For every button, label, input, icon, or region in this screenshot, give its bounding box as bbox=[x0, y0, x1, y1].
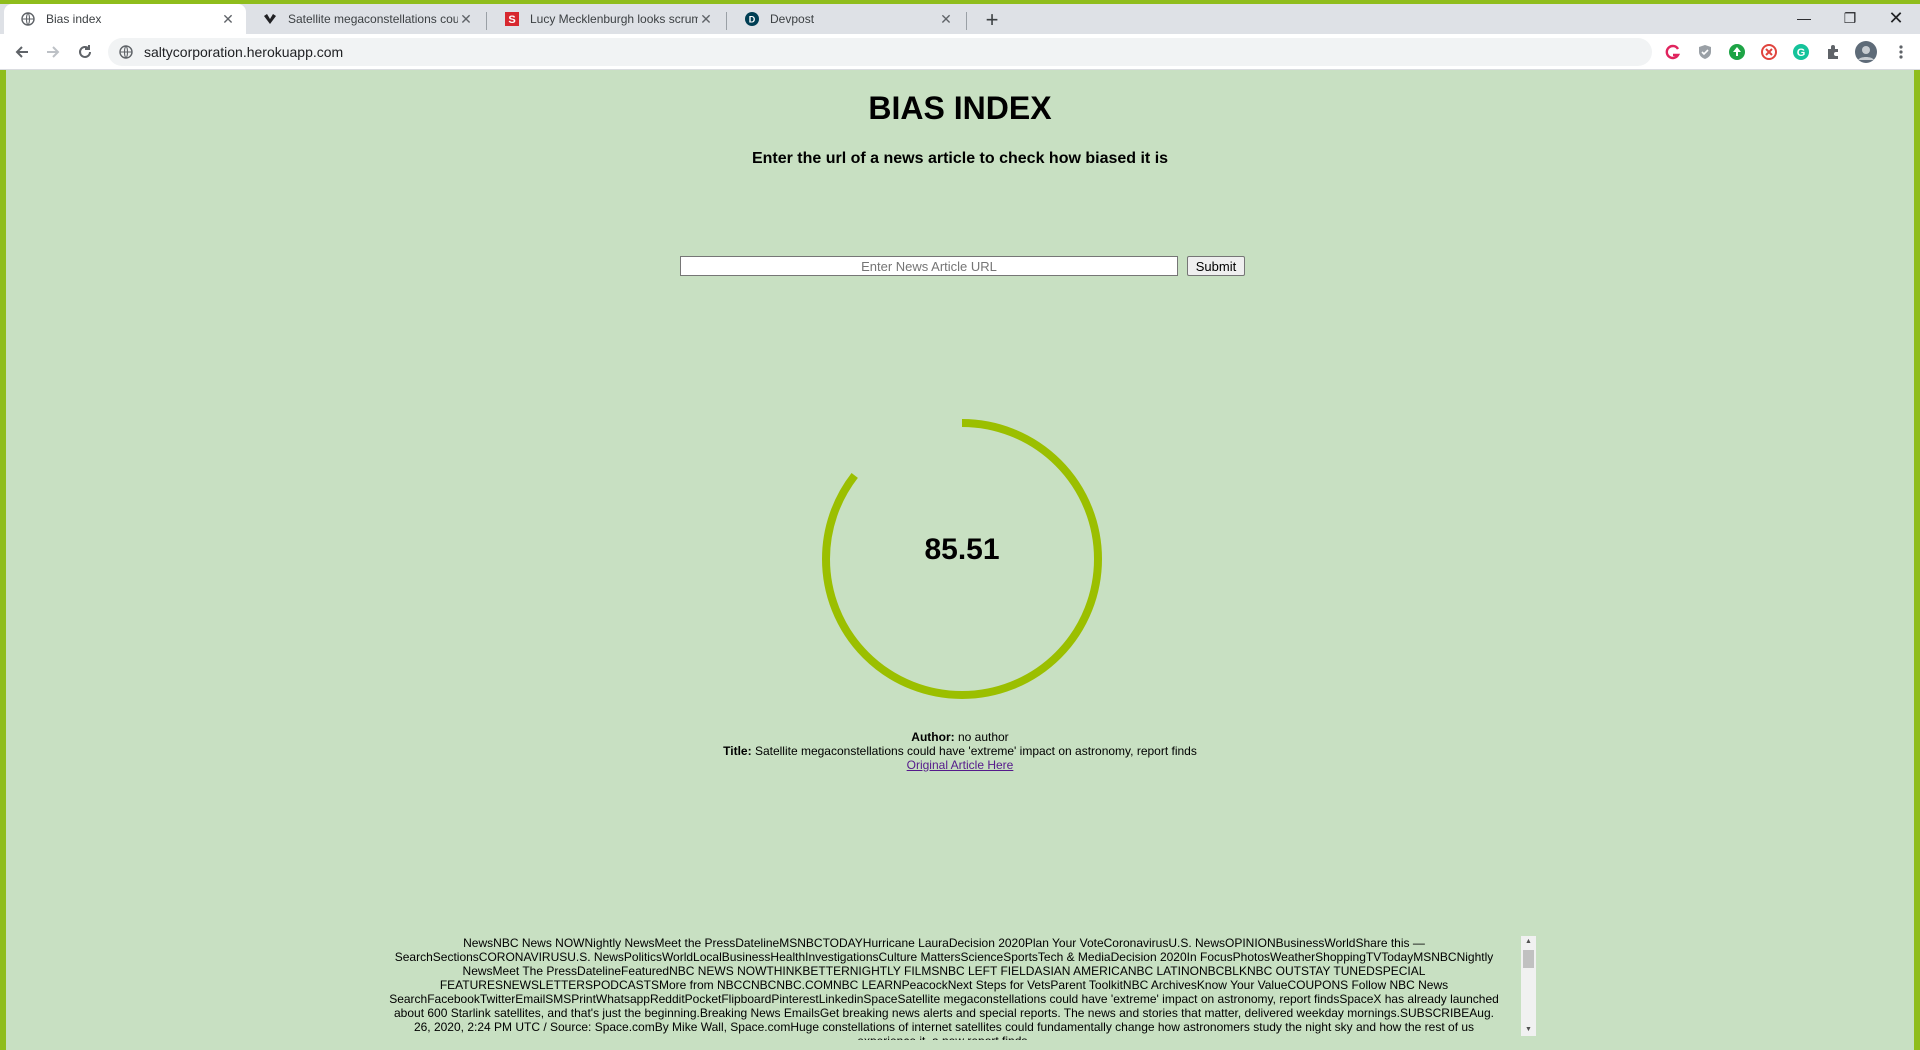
url-text: saltycorporation.herokuapp.com bbox=[144, 44, 344, 60]
close-tab-icon[interactable]: ✕ bbox=[938, 11, 954, 28]
article-title: Title: Satellite megaconstellations coul… bbox=[6, 744, 1914, 758]
page-subtitle: Enter the url of a news article to check… bbox=[751, 150, 1169, 167]
tab-bias-index[interactable]: Bias index ✕ bbox=[4, 4, 246, 34]
tab-lucy-article[interactable]: S Lucy Mecklenburgh looks scrump ✕ bbox=[488, 4, 724, 34]
blocker-extension-icon[interactable] bbox=[1760, 43, 1778, 61]
forward-button[interactable] bbox=[41, 40, 65, 64]
page-title: BIAS INDEX bbox=[868, 90, 1052, 126]
tab-satellite-article[interactable]: Satellite megaconstellations coul ✕ bbox=[246, 4, 484, 34]
back-button[interactable] bbox=[10, 40, 34, 64]
tab-devpost[interactable]: D Devpost ✕ bbox=[728, 4, 964, 34]
scroll-down-arrow-icon[interactable]: ▼ bbox=[1521, 1024, 1536, 1036]
tab-title: Lucy Mecklenburgh looks scrump bbox=[530, 12, 698, 26]
article-url-input[interactable] bbox=[680, 256, 1178, 276]
browser-toolbar: saltycorporation.herokuapp.com G bbox=[0, 34, 1920, 70]
s-logo-icon: S bbox=[504, 11, 520, 27]
tab-title: Satellite megaconstellations coul bbox=[288, 12, 458, 26]
forward-arrow-icon bbox=[47, 46, 60, 58]
tab-strip: Bias index ✕ Satellite megaconstellation… bbox=[0, 0, 1920, 34]
address-bar[interactable]: saltycorporation.herokuapp.com bbox=[108, 38, 1652, 66]
reload-button[interactable] bbox=[73, 40, 97, 64]
scroll-up-arrow-icon[interactable]: ▲ bbox=[1521, 936, 1536, 948]
author-label: Author: bbox=[911, 730, 955, 744]
scroll-thumb[interactable] bbox=[1523, 950, 1534, 968]
svg-text:G: G bbox=[1797, 47, 1806, 59]
submit-button[interactable]: Submit bbox=[1187, 256, 1245, 276]
close-tab-icon[interactable]: ✕ bbox=[698, 11, 714, 28]
close-tab-icon[interactable]: ✕ bbox=[220, 11, 236, 28]
site-info-icon[interactable] bbox=[118, 44, 134, 60]
title-value: Satellite megaconstellations could have … bbox=[754, 744, 1197, 758]
tab-title: Devpost bbox=[770, 12, 815, 26]
reload-icon bbox=[79, 45, 91, 58]
back-arrow-icon bbox=[15, 46, 28, 58]
original-article-link[interactable]: Original Article Here bbox=[907, 758, 1014, 772]
page-viewport: BIAS INDEX Enter the url of a news artic… bbox=[6, 70, 1914, 1050]
original-article-link-row: Original Article Here bbox=[6, 758, 1914, 772]
tab-title: Bias index bbox=[46, 12, 102, 26]
author-value: no author bbox=[957, 730, 1009, 744]
minimize-button[interactable]: — bbox=[1781, 4, 1827, 34]
close-window-button[interactable]: ✕ bbox=[1873, 4, 1919, 34]
restore-button[interactable]: ❐ bbox=[1827, 4, 1873, 34]
close-tab-icon[interactable]: ✕ bbox=[458, 11, 474, 28]
title-label: Title: bbox=[723, 744, 752, 758]
green-extension-icon[interactable] bbox=[1728, 43, 1746, 61]
article-author: Author: no author bbox=[6, 730, 1914, 744]
devpost-icon: D bbox=[744, 11, 760, 27]
shield-extension-icon[interactable] bbox=[1696, 43, 1714, 61]
grammarly-extension-icon[interactable] bbox=[1664, 43, 1682, 61]
extensions-puzzle-icon[interactable] bbox=[1824, 43, 1842, 61]
bias-score-value: 85.51 bbox=[924, 533, 1000, 566]
svg-text:D: D bbox=[749, 15, 756, 25]
svg-text:S: S bbox=[508, 14, 515, 26]
nbc-peacock-icon bbox=[262, 11, 278, 27]
grammar-check-extension-icon[interactable]: G bbox=[1792, 43, 1810, 61]
profile-avatar[interactable] bbox=[1855, 41, 1877, 63]
article-text: NewsNBC News NOWNightly NewsMeet the Pre… bbox=[389, 936, 1499, 1040]
menu-dots-icon[interactable] bbox=[1892, 43, 1910, 61]
article-scrollbar[interactable]: ▲ ▼ bbox=[1521, 936, 1536, 1036]
globe-icon bbox=[20, 11, 36, 27]
new-tab-button[interactable]: + bbox=[978, 6, 1006, 34]
